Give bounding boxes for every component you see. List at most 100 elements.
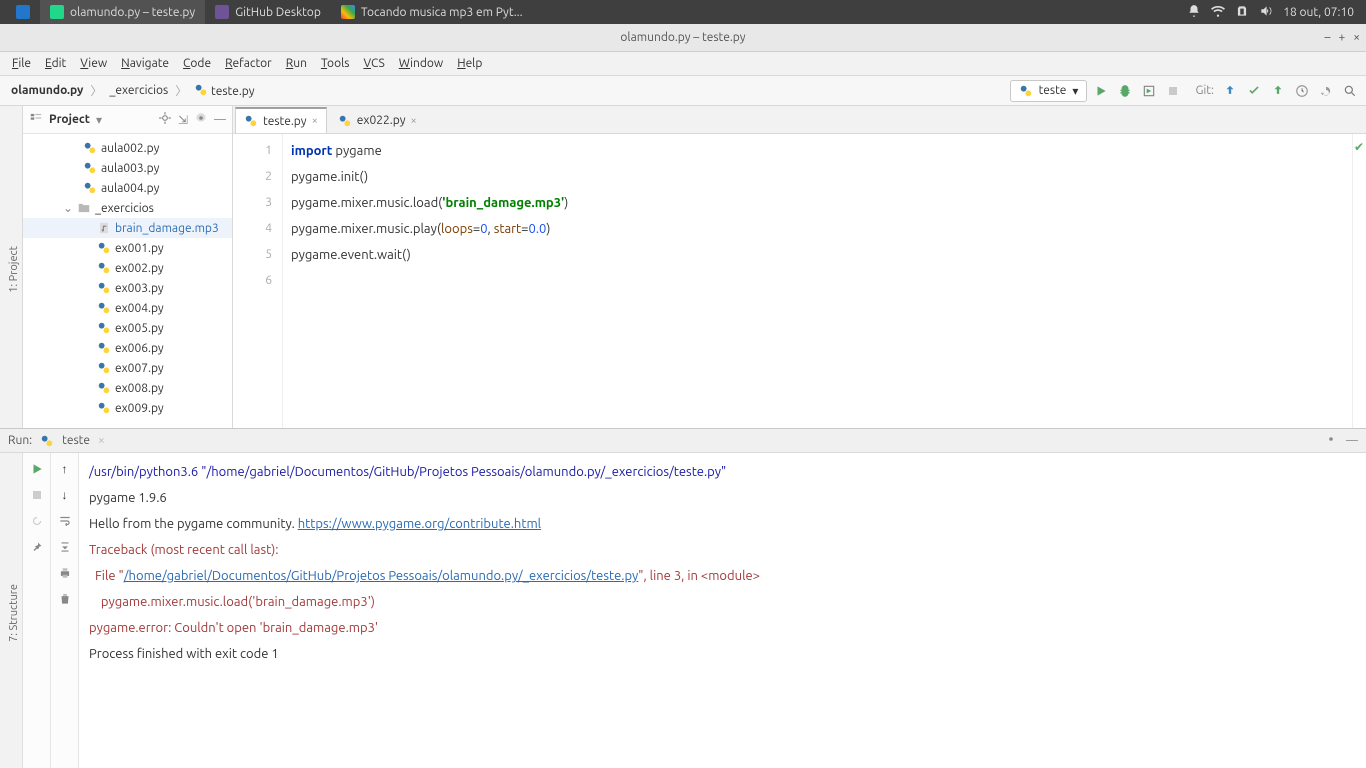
clock[interactable]: 18 out, 07:10 [1283, 6, 1354, 19]
wifi-icon[interactable] [1211, 4, 1225, 21]
ide-title-bar: olamundo.py – teste.py – + × [0, 24, 1366, 52]
editor-code[interactable]: import pygamepygame.init()pygame.mixer.m… [283, 134, 1352, 428]
project-view-icon[interactable] [29, 111, 43, 128]
maximize-icon[interactable]: + [1338, 31, 1345, 44]
menu-edit[interactable]: Edit [39, 55, 72, 72]
tree-file[interactable]: ex002.py [23, 258, 232, 278]
editor-tab[interactable]: ex022.py× [329, 107, 426, 133]
main-area: 1: Project0: CommitPull Requests Project… [0, 106, 1366, 428]
menu-tools[interactable]: Tools [315, 55, 356, 72]
locate-icon[interactable] [158, 111, 172, 128]
up-stack-icon[interactable]: ↑ [57, 461, 73, 477]
gear-icon[interactable] [1324, 432, 1338, 449]
tool-tab-project[interactable]: 1: Project [6, 242, 22, 297]
menu-code[interactable]: Code [177, 55, 217, 72]
menu-run[interactable]: Run [280, 55, 313, 72]
soft-wrap-icon[interactable] [57, 513, 73, 529]
history-button[interactable] [1294, 83, 1310, 99]
project-panel-header: Project ▾ ⇲ — [23, 106, 232, 134]
breadcrumb-item[interactable]: _exercicios [106, 83, 171, 98]
restart-button[interactable] [29, 513, 45, 529]
menu-navigate[interactable]: Navigate [115, 55, 175, 72]
debug-button[interactable] [1117, 83, 1133, 99]
tree-file[interactable]: ex009.py [23, 398, 232, 418]
run-config-name: teste [1039, 84, 1067, 97]
menu-view[interactable]: View [74, 55, 113, 72]
tree-file[interactable]: ex008.py [23, 378, 232, 398]
editor-tabs: teste.py×ex022.py× [233, 106, 1366, 134]
editor-error-stripe[interactable]: ✔ [1352, 134, 1366, 428]
chevron-down-icon[interactable]: ▾ [96, 113, 102, 127]
rerun-button[interactable] [29, 461, 45, 477]
vcs-commit-button[interactable] [1246, 83, 1262, 99]
close-tab-icon[interactable]: × [411, 115, 417, 127]
hide-panel-icon[interactable]: — [214, 113, 226, 126]
tree-file[interactable]: ex005.py [23, 318, 232, 338]
navigation-bar: olamundo.py〉_exercicios〉 teste.py teste … [0, 76, 1366, 106]
tool-tab-structure[interactable]: 7: Structure [6, 580, 22, 646]
taskbar-task-chrome[interactable]: Tocando musica mp3 em Pyt... [331, 0, 533, 24]
menu-help[interactable]: Help [451, 55, 488, 72]
menu-window[interactable]: Window [393, 55, 449, 72]
close-tab-icon[interactable]: × [312, 115, 318, 127]
run-button[interactable] [1093, 83, 1109, 99]
hide-panel-icon[interactable]: — [1346, 434, 1358, 447]
system-tray: 18 out, 07:10 [1187, 4, 1360, 21]
tree-file[interactable]: ex003.py [23, 278, 232, 298]
run-tool-window: Run: teste × — 7: Structure2: Favorites … [0, 428, 1366, 768]
breadcrumb-item[interactable]: olamundo.py [8, 83, 86, 98]
tree-file[interactable]: ex007.py [23, 358, 232, 378]
tree-file[interactable]: brain_damage.mp3 [23, 218, 232, 238]
run-configuration-selector[interactable]: teste ▾ [1010, 80, 1088, 102]
menu-bar: FileEditViewNavigateCodeRefactorRunTools… [0, 52, 1366, 76]
project-panel-title: Project [49, 113, 90, 126]
stop-button[interactable] [29, 487, 45, 503]
breadcrumb-item[interactable]: teste.py [191, 82, 257, 99]
editor-area: teste.py×ex022.py× 123456 import pygamep… [233, 106, 1366, 428]
minimize-icon[interactable]: – [1324, 31, 1330, 44]
vcs-push-button[interactable] [1270, 83, 1286, 99]
pin-icon[interactable] [29, 539, 45, 555]
run-header: Run: teste × — [0, 429, 1366, 453]
stop-button[interactable] [1165, 83, 1181, 99]
vcs-update-button[interactable] [1222, 83, 1238, 99]
close-tab-icon[interactable]: × [98, 434, 105, 447]
menu-refactor[interactable]: Refactor [219, 55, 278, 72]
expand-all-icon[interactable]: ⇲ [178, 113, 188, 127]
tree-file[interactable]: aula002.py [23, 138, 232, 158]
taskbar-label: Tocando musica mp3 em Pyt... [361, 6, 523, 19]
tree-file[interactable]: ex006.py [23, 338, 232, 358]
editor-gutter: 123456 [233, 134, 283, 428]
taskbar-app-launcher[interactable] [6, 0, 40, 24]
inspection-ok-icon: ✔ [1354, 140, 1364, 154]
taskbar-task-github[interactable]: GitHub Desktop [205, 0, 331, 24]
git-label: Git: [1195, 84, 1214, 97]
down-stack-icon[interactable]: ↓ [57, 487, 73, 503]
menu-file[interactable]: File [6, 55, 37, 72]
clear-icon[interactable] [57, 591, 73, 607]
gear-icon[interactable] [194, 111, 208, 128]
taskbar-task-pycharm[interactable]: olamundo.py – teste.py [40, 0, 205, 24]
project-tree[interactable]: aula002.pyaula003.pyaula004.py⌄_exercici… [23, 134, 232, 428]
tree-file[interactable]: ex001.py [23, 238, 232, 258]
tree-file[interactable]: aula003.py [23, 158, 232, 178]
print-icon[interactable] [57, 565, 73, 581]
tree-file[interactable]: ex004.py [23, 298, 232, 318]
os-top-panel: olamundo.py – teste.py GitHub Desktop To… [0, 0, 1366, 24]
run-console[interactable]: /usr/bin/python3.6 "/home/gabriel/Docume… [79, 453, 1366, 768]
search-everywhere-button[interactable] [1342, 83, 1358, 99]
menu-vcs[interactable]: VCS [357, 55, 390, 72]
battery-icon[interactable] [1235, 4, 1249, 21]
run-with-coverage-button[interactable] [1141, 83, 1157, 99]
volume-icon[interactable] [1259, 4, 1273, 21]
notification-icon[interactable] [1187, 4, 1201, 21]
editor-tab[interactable]: teste.py× [235, 107, 327, 133]
left-tool-stripe-lower: 7: Structure2: Favorites [0, 453, 23, 768]
run-toolbars: ↑ ↓ [23, 453, 79, 768]
close-icon[interactable]: × [1353, 31, 1360, 44]
run-header-config: teste [62, 434, 90, 447]
scroll-to-end-icon[interactable] [57, 539, 73, 555]
tree-file[interactable]: aula004.py [23, 178, 232, 198]
rollback-button[interactable] [1318, 83, 1334, 99]
tree-folder[interactable]: ⌄_exercicios [23, 198, 232, 218]
